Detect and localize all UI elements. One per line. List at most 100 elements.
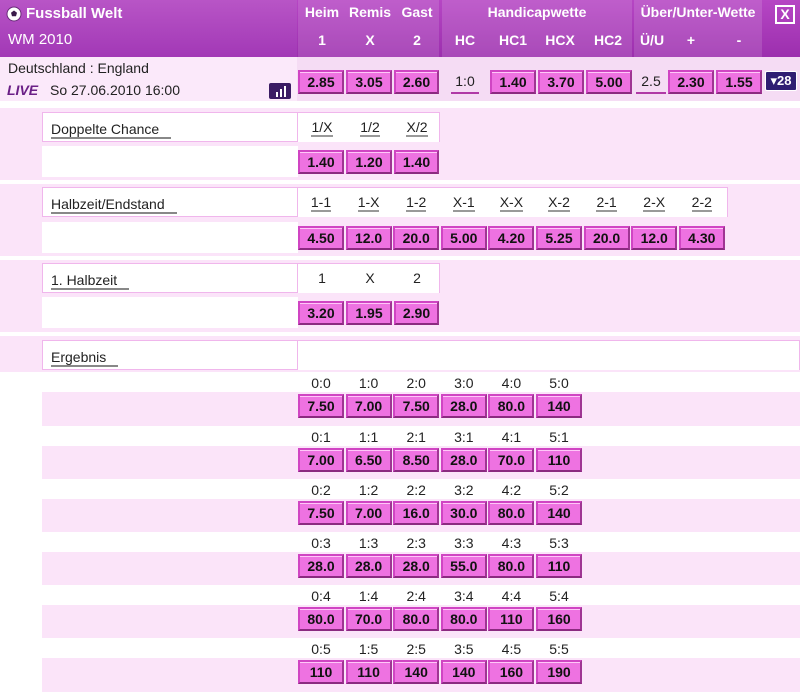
odd-button[interactable]: 20.0 (583, 226, 630, 250)
odd-button[interactable]: 55.0 (440, 554, 487, 578)
score-label: 1:0 (358, 375, 379, 391)
score-label: 2:1 (406, 429, 426, 445)
score-label: 3:4 (454, 588, 474, 604)
odd-button[interactable]: 28.0 (393, 554, 440, 578)
odd-button[interactable]: 28.0 (345, 554, 392, 578)
odd-hc1[interactable]: 1.40 (490, 70, 536, 94)
odd-button[interactable]: 70.0 (345, 607, 392, 631)
odd-button[interactable]: 4.30 (678, 226, 725, 250)
score-label: 2:0 (406, 375, 426, 391)
score-label: 2:2 (406, 482, 426, 498)
odd-button[interactable]: 20.0 (393, 226, 440, 250)
odd-button[interactable]: 5.00 (440, 226, 487, 250)
odd-button[interactable]: 110 (536, 554, 582, 578)
score-label: 2:4 (406, 588, 426, 604)
score-label: 3:1 (454, 429, 474, 445)
odd-button[interactable]: 7.50 (393, 394, 440, 418)
col-hcx: HCX (545, 32, 575, 48)
odd-button[interactable]: 1.20 (346, 150, 392, 174)
odd-button[interactable]: 80.0 (488, 554, 535, 578)
odd-button[interactable]: 7.50 (298, 394, 344, 418)
odd-button[interactable]: 1.40 (394, 150, 439, 174)
col-label: 1-1 (310, 194, 332, 212)
odd-button[interactable]: 7.00 (345, 394, 392, 418)
match-name[interactable]: Deutschland : England (8, 60, 149, 76)
odd-button[interactable]: 3.20 (298, 301, 344, 325)
odd-button[interactable]: 160 (536, 607, 582, 631)
odd-button[interactable]: 6.50 (345, 448, 392, 472)
score-label: 3:3 (454, 535, 474, 551)
odd-button[interactable]: 5.25 (536, 226, 582, 250)
odd-button[interactable]: 80.0 (440, 607, 487, 631)
odd-hcx[interactable]: 3.70 (538, 70, 584, 94)
live-badge: LIVE (7, 82, 39, 98)
col-heim[interactable]: Heim (298, 3, 346, 22)
odd-button[interactable]: 110 (345, 660, 392, 684)
odd-button[interactable]: 4.20 (488, 226, 535, 250)
odd-button[interactable]: 7.00 (345, 501, 392, 525)
odd-button[interactable]: 80.0 (488, 394, 535, 418)
odd-button[interactable]: 80.0 (298, 607, 344, 631)
odd-button[interactable]: 1.40 (298, 150, 344, 174)
odd-button[interactable]: 12.0 (345, 226, 392, 250)
col-hc1: HC1 (498, 32, 527, 48)
odd-button[interactable]: 8.50 (393, 448, 440, 472)
odd-button[interactable]: 110 (536, 448, 582, 472)
more-markets-count: 28 (777, 73, 792, 88)
odd-button[interactable]: 16.0 (393, 501, 440, 525)
col-label: 1 (318, 270, 326, 286)
odd-remis[interactable]: 3.05 (346, 70, 392, 94)
score-label: 2:3 (406, 535, 426, 551)
odd-over[interactable]: 2.30 (668, 70, 714, 94)
col-handicap[interactable]: Handicapwette (442, 3, 632, 22)
odd-button[interactable]: 28.0 (440, 394, 487, 418)
odd-button[interactable]: 28.0 (440, 448, 487, 472)
col-remis[interactable]: Remis (346, 3, 394, 22)
score-label: 4:1 (501, 429, 522, 445)
odd-button[interactable]: 190 (536, 660, 582, 684)
odd-button[interactable]: 7.00 (298, 448, 344, 472)
odd-button[interactable]: 80.0 (393, 607, 440, 631)
odd-button[interactable]: 140 (393, 660, 440, 684)
col-label: X-X (499, 194, 524, 212)
score-label: 0:2 (311, 482, 331, 498)
close-button[interactable]: X (775, 5, 795, 24)
odd-gast[interactable]: 2.60 (394, 70, 439, 94)
odd-button[interactable]: 2.90 (394, 301, 439, 325)
more-markets-button[interactable]: ▾28 (765, 71, 797, 91)
score-label: 0:3 (311, 535, 331, 551)
odd-button[interactable]: 110 (298, 660, 344, 684)
competition-subtitle: WM 2010 (8, 31, 73, 48)
odd-button[interactable]: 30.0 (440, 501, 487, 525)
odd-button[interactable]: 28.0 (298, 554, 344, 578)
score-label: 3:5 (454, 641, 474, 657)
odd-button[interactable]: 70.0 (488, 448, 535, 472)
market-label: Doppelte Chance (42, 112, 298, 142)
odd-heim[interactable]: 2.85 (298, 70, 344, 94)
odd-hc2[interactable]: 5.00 (586, 70, 632, 94)
odd-under[interactable]: 1.55 (716, 70, 762, 94)
score-label: 5:5 (549, 641, 569, 657)
score-label: 4:0 (501, 375, 522, 391)
odd-button[interactable]: 4.50 (298, 226, 344, 250)
odd-button[interactable]: 140 (440, 660, 487, 684)
statistics-icon[interactable] (269, 83, 291, 99)
col-label: 2 (413, 270, 421, 286)
odd-button[interactable]: 110 (488, 607, 535, 631)
odd-button[interactable]: 7.50 (298, 501, 344, 525)
odd-button[interactable]: 80.0 (488, 501, 535, 525)
odd-button[interactable]: 140 (536, 394, 582, 418)
col-label: 2-2 (691, 194, 712, 212)
odd-button[interactable]: 12.0 (631, 226, 678, 250)
odd-button[interactable]: 1.95 (346, 301, 392, 325)
market-spacer (42, 146, 298, 177)
odd-button[interactable]: 160 (488, 660, 535, 684)
col-ou: Ü/U (639, 32, 665, 48)
score-label: 3:0 (454, 375, 474, 391)
match-date: So 27.06.2010 16:00 (50, 82, 181, 98)
score-label: 1:3 (358, 535, 379, 551)
col-over-under[interactable]: Über/Unter-Wette (634, 3, 762, 22)
odd-button[interactable]: 140 (536, 501, 582, 525)
score-label: 5:1 (549, 429, 569, 445)
col-gast[interactable]: Gast (394, 3, 440, 22)
